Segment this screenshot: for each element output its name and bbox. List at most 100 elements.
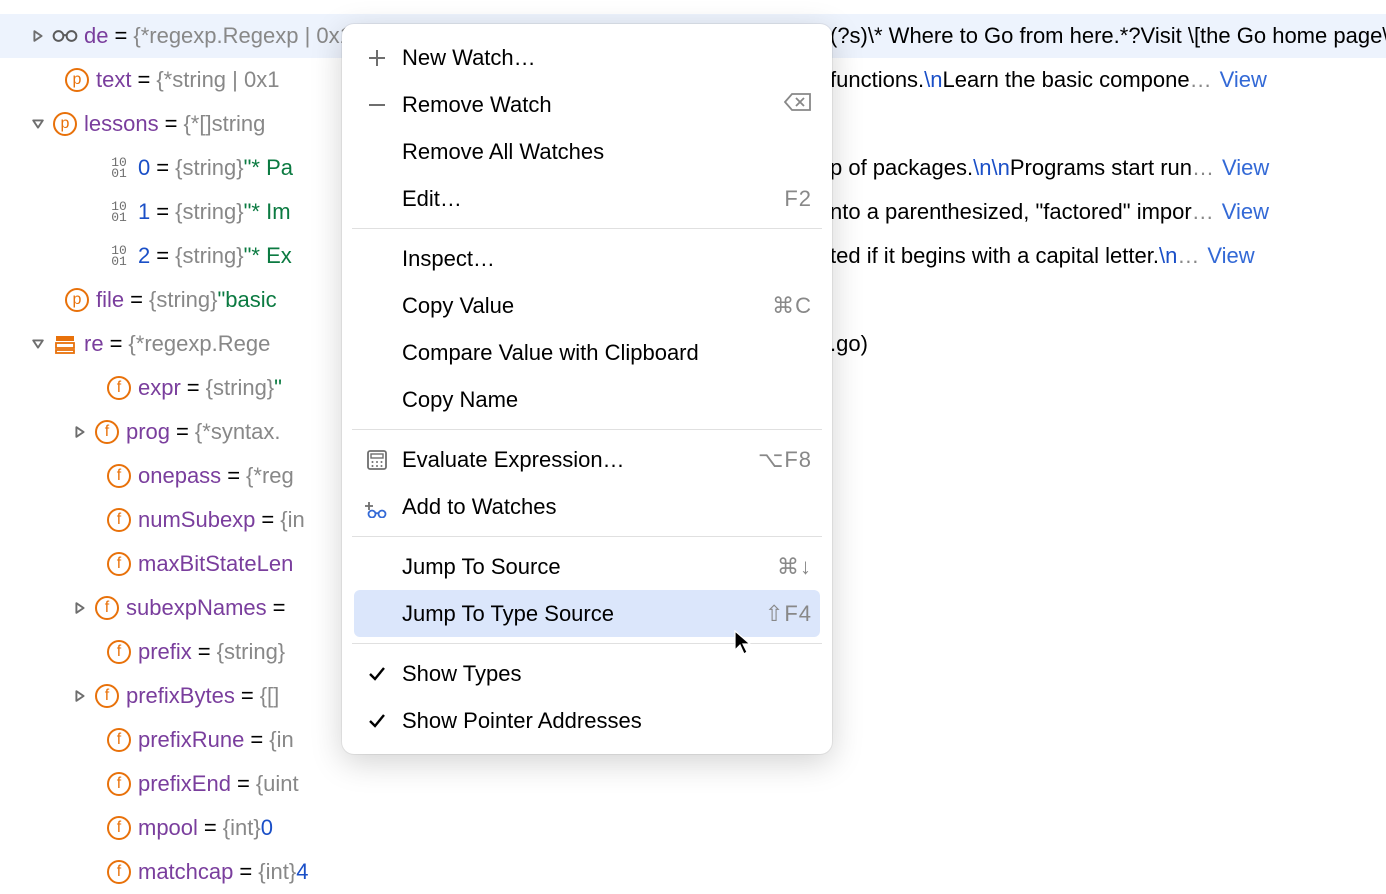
menu-label: Evaluate Expression… xyxy=(402,447,758,473)
menu-shortcut-icon xyxy=(784,92,812,118)
type-info: {string} xyxy=(217,639,286,665)
menu-item-inspect[interactable]: xInspect… xyxy=(342,235,832,282)
variable-index: 0 xyxy=(138,155,150,181)
f-icon: f xyxy=(106,859,132,885)
value-preview: .go) xyxy=(830,331,868,356)
expand-arrow-icon[interactable] xyxy=(28,334,48,354)
value-preview: (?s)\* Where to Go from here.*?Visit \[t… xyxy=(830,23,1386,48)
f-icon: f xyxy=(106,815,132,841)
variable-name: prog xyxy=(126,419,170,445)
menu-label: Remove All Watches xyxy=(402,139,812,165)
number-value: 4 xyxy=(296,859,308,885)
type-info: {*regexp.Rege xyxy=(128,331,270,357)
menu-item-evaluate-expression[interactable]: Evaluate Expression…⌥F8 xyxy=(342,436,832,483)
glasses-plus-icon xyxy=(362,492,392,522)
menu-shortcut: F2 xyxy=(784,186,812,212)
f-icon: f xyxy=(106,639,132,665)
menu-item-jump-to-source[interactable]: xJump To Source⌘↓ xyxy=(342,543,832,590)
type-info: {*[]string xyxy=(183,111,265,137)
string-value: " xyxy=(274,375,282,401)
menu-shortcut: ⌘↓ xyxy=(777,554,812,580)
menu-item-new-watch[interactable]: New Watch… xyxy=(342,34,832,81)
type-info: {*syntax. xyxy=(195,419,281,445)
value-preview: p of packages.\n\nPrograms start run xyxy=(830,155,1192,180)
string-value: "* Pa xyxy=(244,155,293,181)
value-preview: nto a parenthesized, "factored" impor xyxy=(830,199,1192,224)
menu-label: Copy Name xyxy=(402,387,812,413)
menu-item-copy-name[interactable]: xCopy Name xyxy=(342,376,832,423)
p-icon: p xyxy=(52,111,78,137)
menu-label: Remove Watch xyxy=(402,92,784,118)
menu-item-edit[interactable]: xEdit…F2 xyxy=(342,175,832,222)
binary-icon: 1001 xyxy=(106,243,132,269)
f-icon: f xyxy=(106,551,132,577)
expand-arrow-icon[interactable] xyxy=(28,114,48,134)
variable-name: prefixRune xyxy=(138,727,244,753)
menu-separator xyxy=(352,228,822,229)
variable-name: text xyxy=(96,67,131,93)
menu-label: Jump To Type Source xyxy=(402,601,765,627)
variable-name: matchcap xyxy=(138,859,233,885)
menu-item-remove-watch[interactable]: Remove Watch xyxy=(342,81,832,128)
menu-item-remove-all-watches[interactable]: xRemove All Watches xyxy=(342,128,832,175)
variable-name: prefix xyxy=(138,639,192,665)
expand-arrow-icon[interactable] xyxy=(70,422,90,442)
tree-row[interactable]: fmpool={int} 0 xyxy=(0,806,1386,850)
stack-icon xyxy=(52,331,78,357)
tree-row[interactable]: fprefixEnd={uint xyxy=(0,762,1386,806)
f-icon: f xyxy=(106,771,132,797)
string-value: "* Ex xyxy=(244,243,292,269)
plus-icon xyxy=(362,43,392,73)
variable-name: re xyxy=(84,331,104,357)
minus-icon xyxy=(362,90,392,120)
menu-separator xyxy=(352,429,822,430)
expand-arrow-icon[interactable] xyxy=(28,26,48,46)
type-info: {in xyxy=(280,507,304,533)
view-link[interactable]: View xyxy=(1220,67,1267,92)
f-icon: f xyxy=(94,683,120,709)
calc-icon xyxy=(362,445,392,475)
tree-row[interactable]: fmatchcap={int} 4 xyxy=(0,850,1386,894)
variable-name: expr xyxy=(138,375,181,401)
f-icon: f xyxy=(106,375,132,401)
type-info: {string} xyxy=(206,375,275,401)
check-icon xyxy=(362,706,392,736)
variable-name: numSubexp xyxy=(138,507,255,533)
view-link[interactable]: View xyxy=(1207,243,1254,268)
value-preview: functions.\nLearn the basic compone xyxy=(830,67,1190,92)
menu-shortcut: ⇧F4 xyxy=(765,601,812,627)
p-icon: p xyxy=(64,287,90,313)
type-info: {*reg xyxy=(246,463,294,489)
variable-name: prefixBytes xyxy=(126,683,235,709)
menu-label: Inspect… xyxy=(402,246,812,272)
menu-label: Copy Value xyxy=(402,293,772,319)
f-icon: f xyxy=(106,507,132,533)
type-info: {int} xyxy=(258,859,296,885)
type-info: {uint xyxy=(256,771,299,797)
variable-name: prefixEnd xyxy=(138,771,231,797)
f-icon: f xyxy=(94,595,120,621)
menu-item-copy-value[interactable]: xCopy Value⌘C xyxy=(342,282,832,329)
menu-item-add-to-watches[interactable]: Add to Watches xyxy=(342,483,832,530)
variable-name: maxBitStateLen xyxy=(138,551,293,577)
p-icon: p xyxy=(64,67,90,93)
type-info: {string} xyxy=(149,287,218,313)
menu-item-show-pointer-addresses[interactable]: Show Pointer Addresses xyxy=(342,697,832,744)
mouse-cursor xyxy=(734,630,754,662)
menu-item-show-types[interactable]: Show Types xyxy=(342,650,832,697)
expand-arrow-icon[interactable] xyxy=(70,598,90,618)
view-link[interactable]: View xyxy=(1222,155,1269,180)
type-info: {*string | 0x1 xyxy=(156,67,279,93)
menu-shortcut: ⌥F8 xyxy=(758,447,812,473)
variable-index: 2 xyxy=(138,243,150,269)
menu-item-compare-value-with-clipboard[interactable]: xCompare Value with Clipboard xyxy=(342,329,832,376)
variable-name: lessons xyxy=(84,111,159,137)
menu-separator xyxy=(352,536,822,537)
variable-name: onepass xyxy=(138,463,221,489)
variable-index: 1 xyxy=(138,199,150,225)
view-link[interactable]: View xyxy=(1222,199,1269,224)
f-icon: f xyxy=(106,463,132,489)
type-info: {string} xyxy=(175,199,244,225)
f-icon: f xyxy=(106,727,132,753)
expand-arrow-icon[interactable] xyxy=(70,686,90,706)
